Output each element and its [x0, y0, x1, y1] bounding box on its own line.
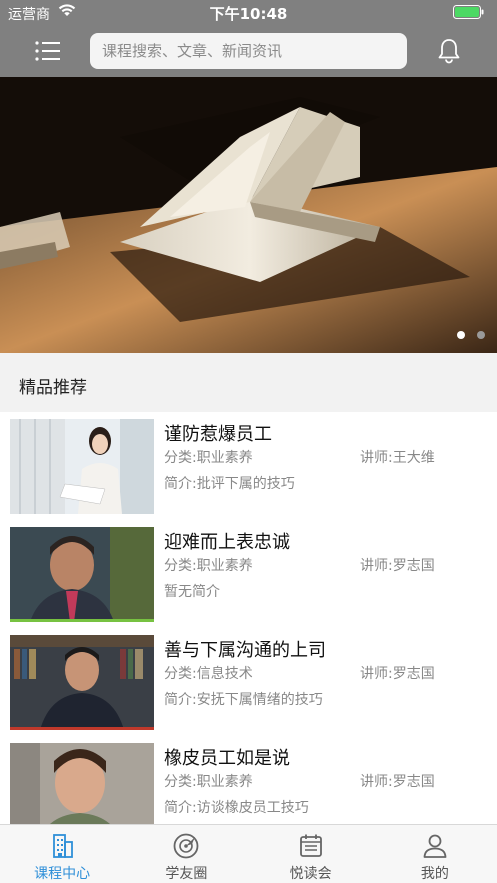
- course-item[interactable]: 橡皮员工如是说 分类:职业素养 讲师:罗志国 简介:访谈橡皮员工技巧: [0, 736, 497, 824]
- banner-image-open-book: [0, 77, 497, 353]
- search-input[interactable]: [102, 33, 397, 69]
- bell-icon[interactable]: [435, 37, 463, 65]
- carousel-dot[interactable]: [477, 331, 485, 339]
- course-intro: 简介:安抚下属情绪的技巧: [164, 692, 323, 708]
- tab-course-center[interactable]: 课程中心: [0, 825, 124, 883]
- course-thumbnail: [10, 635, 154, 730]
- search-box[interactable]: [90, 33, 407, 69]
- course-thumbnail: [10, 527, 154, 622]
- tab-label: 课程中心: [34, 866, 91, 882]
- bottom-tab-bar: 课程中心 学友圈 悦读会 我的: [0, 824, 497, 883]
- course-intro: 简介:批评下属的技巧: [164, 476, 295, 492]
- tab-reading-club[interactable]: 悦读会: [249, 825, 373, 883]
- course-item[interactable]: 迎难而上表忠诚 分类:职业素养 讲师:罗志国 暂无简介: [0, 520, 497, 628]
- course-thumbnail: [10, 743, 154, 824]
- top-navigation-bar: [0, 24, 497, 77]
- status-time: 下午10:48: [209, 5, 288, 23]
- course-category: 分类:职业素养: [164, 450, 253, 466]
- course-category: 分类:职业素养: [164, 774, 253, 790]
- tab-classmates-circle[interactable]: 学友圈: [124, 825, 248, 883]
- course-category: 分类:职业素养: [164, 558, 253, 574]
- compass-icon: [173, 833, 199, 859]
- calendar-icon: [299, 834, 322, 857]
- course-category: 分类:信息技术: [164, 666, 253, 682]
- course-title: 善与下属沟通的上司: [164, 640, 326, 661]
- course-teacher: 讲师:罗志国: [360, 774, 435, 790]
- course-title: 橡皮员工如是说: [164, 748, 290, 769]
- tab-label: 我的: [420, 866, 449, 882]
- battery-icon: [453, 5, 484, 19]
- menu-icon[interactable]: [34, 38, 62, 64]
- banner-carousel[interactable]: [0, 77, 497, 353]
- course-item[interactable]: 善与下属沟通的上司 分类:信息技术 讲师:罗志国 简介:安抚下属情绪的技巧: [0, 628, 497, 736]
- course-teacher: 讲师:王大维: [360, 450, 435, 466]
- section-title: 精品推荐: [19, 378, 87, 398]
- carousel-dot-active[interactable]: [457, 331, 465, 339]
- carousel-indicator: [457, 331, 485, 339]
- status-bar: 运营商 下午10:48: [0, 0, 497, 24]
- tab-mine[interactable]: 我的: [373, 825, 497, 883]
- course-list: 谨防惹爆员工 分类:职业素养 讲师:王大维 简介:批评下属的技巧 迎难而上表忠诚…: [0, 412, 497, 824]
- section-header: 精品推荐: [0, 353, 497, 412]
- course-title: 谨防惹爆员工: [164, 424, 272, 445]
- course-item[interactable]: 谨防惹爆员工 分类:职业素养 讲师:王大维 简介:批评下属的技巧: [0, 412, 497, 520]
- course-intro: 简介:访谈橡皮员工技巧: [164, 800, 309, 816]
- user-icon: [423, 834, 447, 858]
- course-teacher: 讲师:罗志国: [360, 666, 435, 682]
- course-title: 迎难而上表忠诚: [164, 532, 290, 553]
- course-teacher: 讲师:罗志国: [360, 558, 435, 574]
- course-thumbnail: [10, 419, 154, 514]
- tab-label: 悦读会: [289, 866, 332, 882]
- building-icon: [53, 834, 74, 858]
- tab-label: 学友圈: [165, 866, 208, 882]
- course-intro: 暂无简介: [164, 584, 220, 600]
